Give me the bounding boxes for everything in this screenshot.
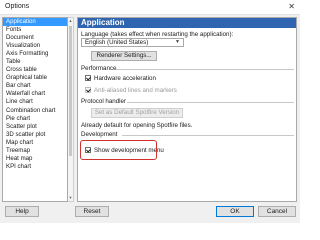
cancel-button[interactable]: Cancel	[258, 206, 296, 217]
performance-heading: Performance	[81, 65, 117, 72]
sidebar-item-pie-chart[interactable]: Pie chart	[3, 115, 67, 123]
sidebar-item-fonts[interactable]: Fonts	[3, 26, 67, 34]
hardware-acceleration-checkbox[interactable]	[85, 75, 91, 81]
sidebar-item-table[interactable]: Table	[3, 58, 67, 66]
help-button[interactable]: Help	[5, 206, 39, 217]
scroll-up-icon[interactable]: ▲	[68, 18, 73, 24]
sidebar-item-map-chart[interactable]: Map chart	[3, 139, 67, 147]
sidebar-item-3d-scatter-plot[interactable]: 3D scatter plot	[3, 131, 67, 139]
scroll-thumb[interactable]	[69, 26, 72, 156]
sidebar-item-kpi-chart[interactable]: KPI chart	[3, 163, 67, 171]
scroll-down-icon[interactable]: ▼	[68, 195, 73, 201]
category-list[interactable]: Application Fonts Document Visualization Axi…	[2, 17, 68, 202]
language-label: Language (takes effect when restarting t…	[81, 31, 234, 38]
sidebar-item-document[interactable]: Document	[3, 34, 67, 42]
set-default-version-button[interactable]: Set as Default Spotfire Version	[91, 108, 183, 118]
development-divider	[122, 135, 294, 136]
performance-divider	[116, 69, 294, 70]
close-icon[interactable]: ✕	[288, 2, 295, 12]
reset-button[interactable]: Reset	[75, 206, 109, 217]
renderer-settings-button[interactable]: Renderer Settings...	[91, 51, 157, 61]
language-select[interactable]: English (United States) ▼	[81, 38, 184, 47]
category-scrollbar[interactable]: ▲ ▼	[68, 17, 74, 202]
antialias-label: Anti-aliased lines and markers	[94, 87, 177, 94]
annotation-highlight	[80, 140, 157, 160]
window-title: Options	[5, 3, 30, 10]
sidebar-item-heat-map[interactable]: Heat map	[3, 155, 67, 163]
antialias-checkbox[interactable]	[85, 87, 91, 93]
protocol-status-text: Already default for opening Spotfire fil…	[81, 122, 193, 129]
protocol-divider	[127, 102, 294, 103]
title-bar: Options ✕	[0, 0, 300, 15]
settings-panel: Application Language (takes effect when …	[77, 17, 297, 202]
sidebar-item-axis-formatting[interactable]: Axis Formatting	[3, 50, 67, 58]
sidebar-item-combination-chart[interactable]: Combination chart	[3, 107, 67, 115]
sidebar-item-visualization[interactable]: Visualization	[3, 42, 67, 50]
language-value: English (United States)	[85, 39, 149, 46]
sidebar-item-waterfall-chart[interactable]: Waterfall chart	[3, 90, 67, 98]
sidebar-item-treemap[interactable]: Treemap	[3, 147, 67, 155]
chevron-down-icon: ▼	[175, 39, 180, 45]
sidebar-item-line-chart[interactable]: Line chart	[3, 98, 67, 106]
options-dialog: Options ✕ Application Fonts Document Visual…	[0, 0, 300, 223]
ok-button[interactable]: OK	[216, 206, 254, 217]
sidebar-item-application[interactable]: Application	[3, 18, 67, 27]
sidebar-item-bar-chart[interactable]: Bar chart	[3, 82, 67, 90]
panel-header: Application	[78, 18, 296, 28]
sidebar-item-graphical-table[interactable]: Graphical table	[3, 74, 67, 82]
sidebar-item-scatter-plot[interactable]: Scatter plot	[3, 123, 67, 131]
sidebar-item-cross-table[interactable]: Cross table	[3, 66, 67, 74]
development-heading: Development	[81, 131, 118, 138]
protocol-heading: Protocol handler	[81, 98, 127, 105]
hardware-acceleration-label: Hardware acceleration	[94, 75, 156, 82]
